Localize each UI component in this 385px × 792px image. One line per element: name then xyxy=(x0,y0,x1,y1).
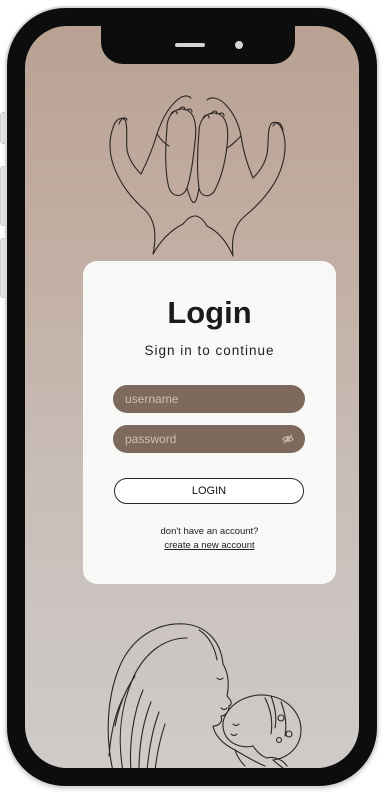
password-input[interactable] xyxy=(113,425,305,453)
front-camera xyxy=(235,41,243,49)
phone-notch xyxy=(101,26,295,64)
password-field-wrapper xyxy=(83,425,336,453)
device-mockup: Login Sign in to continue LOGIN don't ha… xyxy=(0,0,385,792)
login-card: Login Sign in to continue LOGIN don't ha… xyxy=(83,261,336,584)
app-screen: Login Sign in to continue LOGIN don't ha… xyxy=(25,26,359,768)
username-input[interactable] xyxy=(113,385,305,413)
baby-feet-illustration xyxy=(109,95,286,257)
speaker-grille xyxy=(175,43,205,47)
eye-off-icon[interactable] xyxy=(282,434,294,444)
mother-baby-illustration xyxy=(107,623,302,768)
phone-frame: Login Sign in to continue LOGIN don't ha… xyxy=(7,8,377,786)
login-button[interactable]: LOGIN xyxy=(114,478,304,504)
create-account-link[interactable]: create a new account xyxy=(83,540,336,551)
login-subtitle: Sign in to continue xyxy=(144,343,275,358)
login-title: Login xyxy=(167,295,252,330)
no-account-text: don't have an account? xyxy=(160,526,259,537)
